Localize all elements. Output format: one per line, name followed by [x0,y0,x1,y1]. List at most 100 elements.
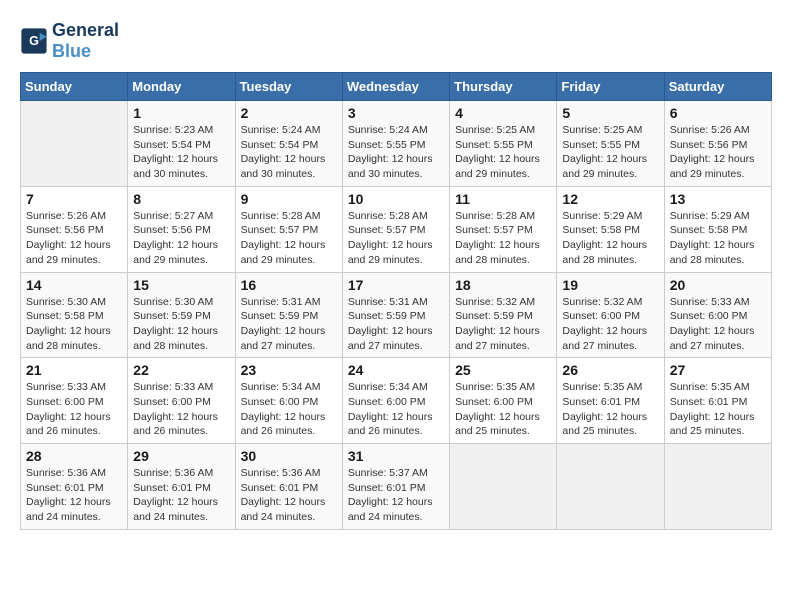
day-info: Sunrise: 5:30 AMSunset: 5:59 PMDaylight:… [133,295,229,354]
day-number: 17 [348,277,444,293]
calendar-cell: 8 Sunrise: 5:27 AMSunset: 5:56 PMDaylight… [128,186,235,272]
header-cell-friday: Friday [557,73,664,101]
day-info: Sunrise: 5:34 AMSunset: 6:00 PMDaylight:… [348,380,444,439]
day-info: Sunrise: 5:27 AMSunset: 5:56 PMDaylight:… [133,209,229,268]
calendar-cell: 19Sunrise: 5:32 AMSunset: 6:00 PMDayligh… [557,272,664,358]
calendar-cell: 23Sunrise: 5:34 AMSunset: 6:00 PMDayligh… [235,358,342,444]
day-info: Sunrise: 5:34 AMSunset: 6:00 PMDaylight:… [241,380,337,439]
calendar-cell: 29 Sunrise: 5:36 AMSunset: 6:01 PMDayligh… [128,444,235,530]
day-number: 25 [455,362,551,378]
calendar-cell: 31 Sunrise: 5:37 AMSunset: 6:01 PMDayligh… [342,444,449,530]
calendar-cell: 28 Sunrise: 5:36 AMSunset: 6:01 PMDayligh… [21,444,128,530]
day-number: 14 [26,277,122,293]
day-info: Sunrise: 5:31 AMSunset: 5:59 PMDaylight:… [348,295,444,354]
calendar-cell: 5Sunrise: 5:25 AMSunset: 5:55 PMDaylight… [557,101,664,187]
logo-icon: G [20,27,48,55]
calendar-body: 1 Sunrise: 5:23 AMSunset: 5:54 PMDaylight… [21,101,772,530]
page-header: G General Blue [20,20,772,62]
calendar-cell: 2 Sunrise: 5:24 AMSunset: 5:54 PMDaylight… [235,101,342,187]
day-info: Sunrise: 5:36 AMSunset: 6:01 PMDaylight:… [133,466,229,525]
calendar-header: SundayMondayTuesdayWednesdayThursdayFrid… [21,73,772,101]
calendar-cell: 12 Sunrise: 5:29 AMSunset: 5:58 PMDayligh… [557,186,664,272]
week-row-4: 21Sunrise: 5:33 AMSunset: 6:00 PMDayligh… [21,358,772,444]
calendar-cell: 13 Sunrise: 5:29 AMSunset: 5:58 PMDayligh… [664,186,771,272]
day-info: Sunrise: 5:36 AMSunset: 6:01 PMDaylight:… [26,466,122,525]
calendar-cell: 10 Sunrise: 5:28 AMSunset: 5:57 PMDayligh… [342,186,449,272]
day-number: 27 [670,362,766,378]
calendar-cell [664,444,771,530]
day-info: Sunrise: 5:32 AMSunset: 6:00 PMDaylight:… [562,295,658,354]
day-info: Sunrise: 5:23 AMSunset: 5:54 PMDaylight:… [133,123,229,182]
day-number: 4 [455,105,551,121]
header-cell-sunday: Sunday [21,73,128,101]
day-number: 10 [348,191,444,207]
calendar-cell: 21Sunrise: 5:33 AMSunset: 6:00 PMDayligh… [21,358,128,444]
calendar-cell: 6 Sunrise: 5:26 AMSunset: 5:56 PMDaylight… [664,101,771,187]
day-info: Sunrise: 5:29 AMSunset: 5:58 PMDaylight:… [670,209,766,268]
day-number: 28 [26,448,122,464]
svg-text:G: G [29,34,39,48]
logo-text-general: General [52,20,119,41]
day-info: Sunrise: 5:26 AMSunset: 5:56 PMDaylight:… [670,123,766,182]
day-number: 5 [562,105,658,121]
calendar-cell: 16Sunrise: 5:31 AMSunset: 5:59 PMDayligh… [235,272,342,358]
week-row-1: 1 Sunrise: 5:23 AMSunset: 5:54 PMDaylight… [21,101,772,187]
day-info: Sunrise: 5:35 AMSunset: 6:01 PMDaylight:… [670,380,766,439]
calendar-cell: 4 Sunrise: 5:25 AMSunset: 5:55 PMDaylight… [450,101,557,187]
calendar-table: SundayMondayTuesdayWednesdayThursdayFrid… [20,72,772,530]
day-info: Sunrise: 5:25 AMSunset: 5:55 PMDaylight:… [455,123,551,182]
day-number: 11 [455,191,551,207]
calendar-cell: 26 Sunrise: 5:35 AMSunset: 6:01 PMDayligh… [557,358,664,444]
day-info: Sunrise: 5:35 AMSunset: 6:00 PMDaylight:… [455,380,551,439]
calendar-cell: 1 Sunrise: 5:23 AMSunset: 5:54 PMDaylight… [128,101,235,187]
calendar-cell: 27 Sunrise: 5:35 AMSunset: 6:01 PMDayligh… [664,358,771,444]
day-number: 7 [26,191,122,207]
day-info: Sunrise: 5:24 AMSunset: 5:55 PMDaylight:… [348,123,444,182]
day-info: Sunrise: 5:35 AMSunset: 6:01 PMDaylight:… [562,380,658,439]
day-info: Sunrise: 5:28 AMSunset: 5:57 PMDaylight:… [348,209,444,268]
logo: G General Blue [20,20,119,62]
day-info: Sunrise: 5:30 AMSunset: 5:58 PMDaylight:… [26,295,122,354]
day-number: 16 [241,277,337,293]
day-number: 15 [133,277,229,293]
day-info: Sunrise: 5:32 AMSunset: 5:59 PMDaylight:… [455,295,551,354]
header-cell-wednesday: Wednesday [342,73,449,101]
day-number: 3 [348,105,444,121]
day-number: 26 [562,362,658,378]
calendar-cell: 7 Sunrise: 5:26 AMSunset: 5:56 PMDaylight… [21,186,128,272]
day-number: 21 [26,362,122,378]
calendar-cell: 11 Sunrise: 5:28 AMSunset: 5:57 PMDayligh… [450,186,557,272]
calendar-cell [21,101,128,187]
calendar-cell: 18Sunrise: 5:32 AMSunset: 5:59 PMDayligh… [450,272,557,358]
day-number: 2 [241,105,337,121]
week-row-3: 14 Sunrise: 5:30 AMSunset: 5:58 PMDayligh… [21,272,772,358]
day-info: Sunrise: 5:28 AMSunset: 5:57 PMDaylight:… [455,209,551,268]
day-info: Sunrise: 5:33 AMSunset: 6:00 PMDaylight:… [670,295,766,354]
calendar-cell: 3 Sunrise: 5:24 AMSunset: 5:55 PMDaylight… [342,101,449,187]
header-cell-tuesday: Tuesday [235,73,342,101]
day-number: 9 [241,191,337,207]
calendar-cell: 9Sunrise: 5:28 AMSunset: 5:57 PMDaylight… [235,186,342,272]
logo-text-blue: Blue [52,41,119,62]
day-info: Sunrise: 5:24 AMSunset: 5:54 PMDaylight:… [241,123,337,182]
day-number: 13 [670,191,766,207]
calendar-cell: 25 Sunrise: 5:35 AMSunset: 6:00 PMDayligh… [450,358,557,444]
day-number: 20 [670,277,766,293]
day-number: 30 [241,448,337,464]
calendar-cell: 14 Sunrise: 5:30 AMSunset: 5:58 PMDayligh… [21,272,128,358]
calendar-cell: 20 Sunrise: 5:33 AMSunset: 6:00 PMDayligh… [664,272,771,358]
week-row-2: 7 Sunrise: 5:26 AMSunset: 5:56 PMDaylight… [21,186,772,272]
day-info: Sunrise: 5:37 AMSunset: 6:01 PMDaylight:… [348,466,444,525]
day-number: 6 [670,105,766,121]
calendar-cell: 24Sunrise: 5:34 AMSunset: 6:00 PMDayligh… [342,358,449,444]
day-number: 31 [348,448,444,464]
day-number: 8 [133,191,229,207]
day-info: Sunrise: 5:26 AMSunset: 5:56 PMDaylight:… [26,209,122,268]
day-number: 1 [133,105,229,121]
day-number: 12 [562,191,658,207]
header-cell-thursday: Thursday [450,73,557,101]
day-number: 29 [133,448,229,464]
header-row: SundayMondayTuesdayWednesdayThursdayFrid… [21,73,772,101]
day-info: Sunrise: 5:29 AMSunset: 5:58 PMDaylight:… [562,209,658,268]
calendar-cell [450,444,557,530]
